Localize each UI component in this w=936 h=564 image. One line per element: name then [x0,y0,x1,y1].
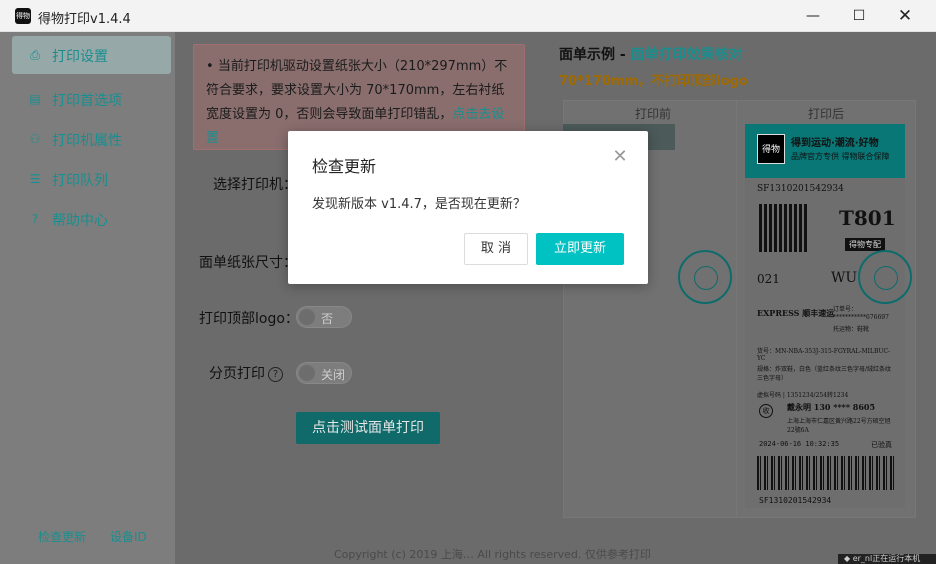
barcode-number: SF1310201542934 [759,496,832,505]
select-printer-label: 选择打印机： [213,177,297,193]
after-label-banner: 得物 得到运动·潮流·好物 品牌官方专供 得物联合保障 [745,124,905,178]
sidebar: ⎙ 打印设置 ▤ 打印首选项 ⚇ 打印机属性 ☰ 打印队列 ? 帮助中心 检查更… [0,32,175,564]
maximize-button[interactable]: ☐ [836,0,882,32]
update-now-button[interactable]: 立即更新 [536,233,624,265]
document-icon: ▤ [29,92,41,106]
sidebar-item-label: 打印机属性 [52,133,122,149]
printer-icon: ⎙ [30,48,40,62]
sidebar-item-label: 打印队列 [52,173,108,189]
toggle-state-label: 关闭 [321,368,346,382]
paging-toggle[interactable]: 关闭 [296,362,352,384]
sidebar-item-print-preferences[interactable]: ▤ 打印首选项 [12,80,171,118]
print-logo-label: 打印顶部logo： [199,311,299,327]
order-no-label: 订单号： [833,306,858,313]
dialog-message: 发现新版本 v1.4.7，是否现在更新？ [312,197,526,212]
minimize-button[interactable]: — [790,0,836,32]
banner-line-1: 得到运动·潮流·好物 [791,138,879,149]
paging-label-row: 分页打印? [209,363,283,383]
sidebar-item-label: 帮助中心 [52,213,108,229]
code-tag: 得物专配 [845,238,885,251]
shipping-label: SF1310201542934 T801 得物专配 021 WU EXPRESS… [745,178,905,508]
dewu-logo: 得物 [757,134,785,164]
preview-title: 面单示例 - 面单打印效果核对 [559,44,743,64]
route-left: 021 [757,272,780,286]
sidebar-item-label: 打印首选项 [52,93,122,109]
paper-size-label: 面单纸张尺寸： [199,255,297,271]
receiver-tag: 收 [759,404,773,418]
preview-subtitle: 70*170mm，不打印顶部logo [559,74,748,89]
question-icon[interactable]: ? [268,366,283,382]
qr-code [759,204,807,252]
title-bar: 得物 得物打印v1.4.4 — ☐ ✕ [0,0,936,32]
tray-notification: ◆ er_nl正在运行本机 [838,554,936,564]
sidebar-item-printer-properties[interactable]: ⚇ 打印机属性 [12,120,171,158]
paging-label: 分页打印 [209,366,265,382]
preview-title-highlight: 面单打印效果核对 [630,47,743,63]
tracking-number: SF1310201542934 [757,184,844,194]
sort-code: T801 [839,206,896,230]
copyright-text: Copyright (c) 2019 上海… All rights reserv… [334,548,651,561]
warning-bullet: • [206,59,214,74]
sidebar-item-label: 打印设置 [52,49,108,65]
test-print-button[interactable]: 点击测试面单打印 [296,412,440,444]
receiver-address: 上海上海市仁嘉区黄兴路22号方硕空旭22號6A [787,418,891,434]
sidebar-item-print-settings[interactable]: ⎙ 打印设置 [12,36,171,74]
verified-tag: 已验真 [871,441,892,449]
sidebar-item-print-queue[interactable]: ☰ 打印队列 [12,160,171,198]
print-logo-toggle[interactable]: 否 [296,306,352,328]
spec-info: 规格：炸双鞋，白色（蓝红条纹三色字母/绒红条纹三色字母） [757,366,892,382]
update-dialog: 检查更新 ✕ 发现新版本 v1.4.7，是否现在更新？ 取 消 立即更新 [288,131,648,284]
after-print-label: 打印后 [807,107,844,121]
preview-title-prefix: 面单示例 - [559,47,631,63]
dialog-title: 检查更新 [312,157,377,176]
list-icon: ☰ [29,172,41,186]
nodes-icon: ⚇ [29,132,41,146]
close-icon[interactable]: ✕ [610,147,630,167]
window-title: 得物打印v1.4.4 [38,12,131,27]
toggle-knob [299,309,315,325]
app-logo-icon: 得物 [15,8,31,24]
order-no: ***********676697 [833,314,889,321]
help-icon: ? [31,212,39,226]
receiver-name: 戴永明 130 **** 8605 [787,402,876,412]
stamp-icon [678,250,732,304]
cargo-type: 托运物：鞋靴 [833,326,870,333]
stamp-icon [858,250,912,304]
virtual-number: 虚拟号码 | 1351234/254转1234 [757,392,849,399]
goods-info: 货号：MN-NBA-353J-315-FGYRAL-MILBUC-YC [757,348,891,362]
close-window-button[interactable]: ✕ [882,0,928,32]
barcode [757,456,897,490]
toggle-knob [299,365,315,381]
express-brand: EXPRESS 顺丰速运 [757,308,835,318]
route-right: WU [831,270,858,286]
device-id-link[interactable]: 设备ID [110,528,147,545]
sidebar-item-help-center[interactable]: ? 帮助中心 [12,200,171,238]
toggle-state-label: 否 [321,312,334,326]
before-print-label: 打印前 [634,107,671,121]
cancel-button[interactable]: 取 消 [464,233,528,265]
check-update-link[interactable]: 检查更新 [38,528,86,545]
print-datetime: 2024-06-16 10:32:35 [759,440,840,448]
banner-line-2: 品牌官方专供 得物联合保障 [791,152,890,161]
